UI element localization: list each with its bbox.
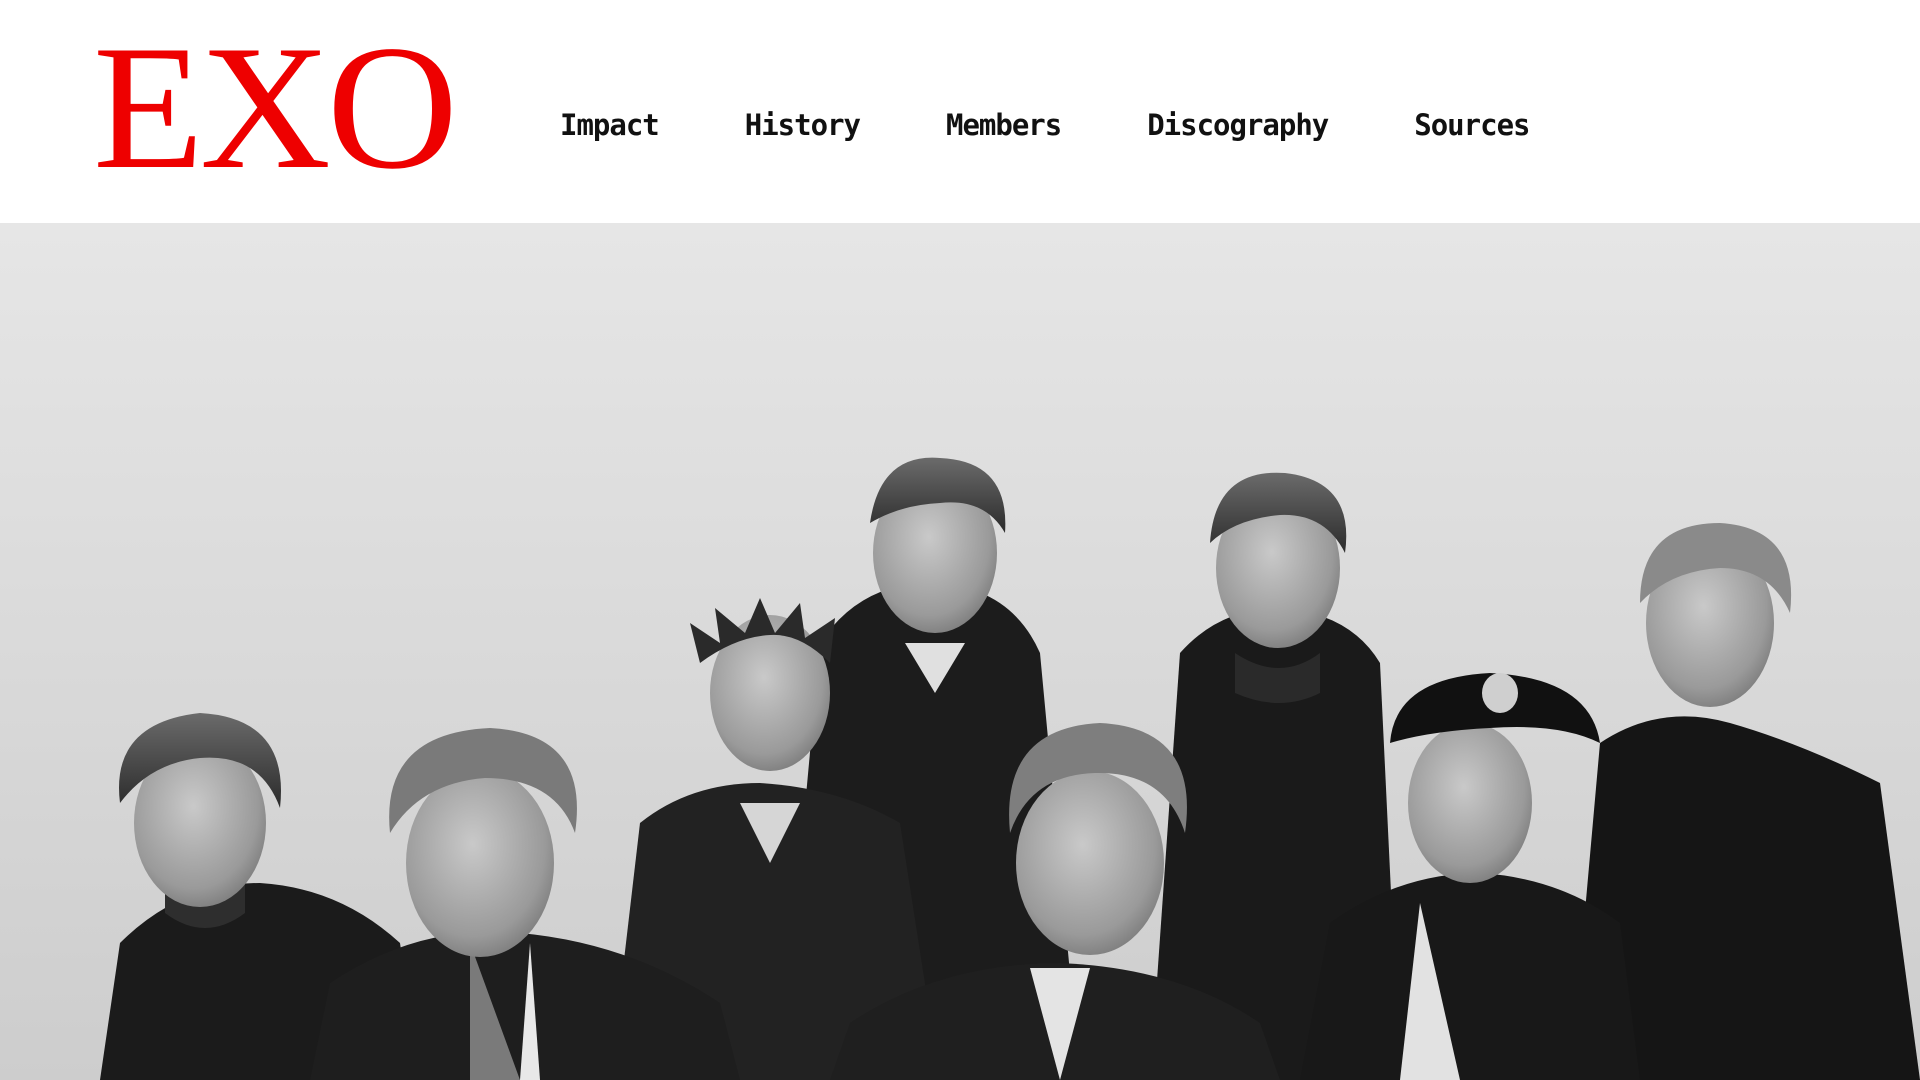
nav-item-sources[interactable]: Sources	[1414, 108, 1530, 142]
nav-item-members[interactable]: Members	[946, 108, 1062, 142]
group-photo-illustration	[0, 223, 1920, 1080]
hero-group-photo	[0, 223, 1920, 1080]
main-nav: Impact History Members Discography Sourc…	[560, 100, 1530, 150]
nav-item-impact[interactable]: Impact	[560, 108, 660, 142]
nav-item-history[interactable]: History	[745, 108, 861, 142]
site-logo[interactable]: EXO	[93, 18, 458, 196]
nav-item-discography[interactable]: Discography	[1147, 108, 1329, 142]
site-header: EXO Impact History Members Discography S…	[0, 0, 1920, 223]
